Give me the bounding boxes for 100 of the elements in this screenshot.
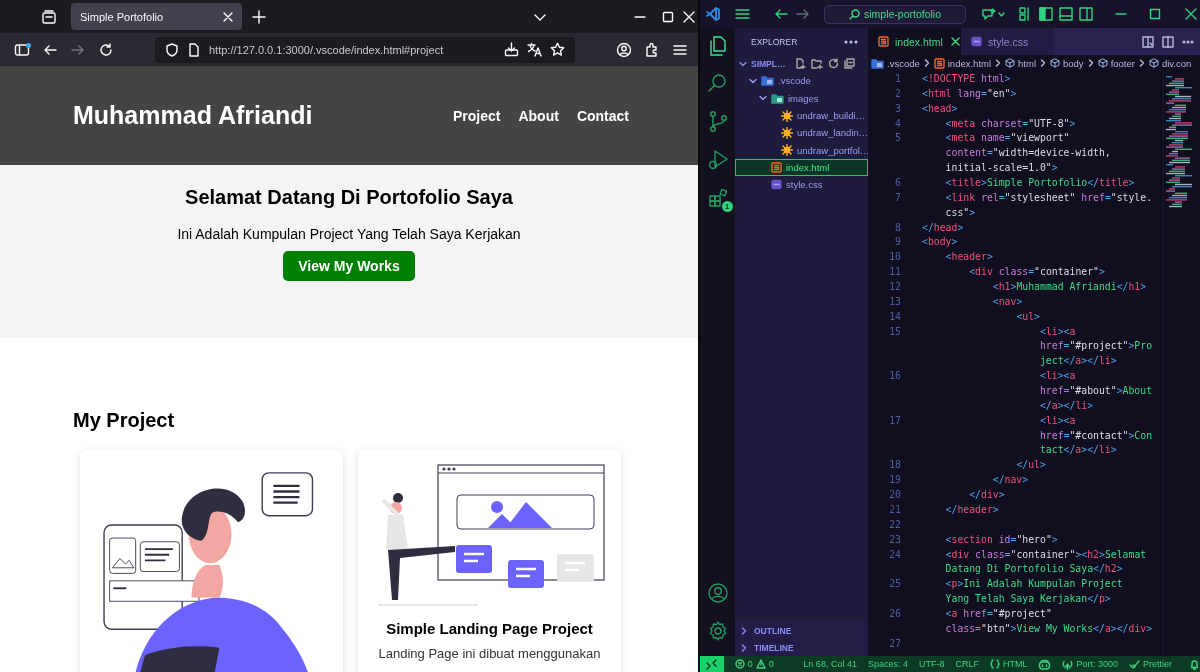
code-line: ject</a></li> <box>1038 355 1117 367</box>
vscode-logo-icon <box>706 7 720 21</box>
file-item[interactable]: undraw_buildi… <box>735 106 868 125</box>
copilot-icon[interactable] <box>982 7 996 21</box>
problems-status[interactable]: 0 0 <box>734 659 774 669</box>
back-arrow-icon[interactable] <box>774 8 788 20</box>
sidebar-right-icon[interactable] <box>1079 7 1093 21</box>
code-line: </nav> <box>991 474 1029 486</box>
plus-icon[interactable] <box>252 9 266 24</box>
page-icon <box>188 42 200 57</box>
status-item[interactable]: HTML <box>989 659 1028 669</box>
code-line: <p>Ini Adalah Kumpulan Project <box>944 578 1123 590</box>
code-line: content="width=device-width, <box>944 147 1111 159</box>
line-number: 23 <box>889 533 901 545</box>
cube-icon <box>1097 58 1108 68</box>
file-item[interactable]: undraw_landin… <box>735 124 868 142</box>
panel-section[interactable]: OUTLINE <box>735 622 868 639</box>
more-icon[interactable] <box>1182 39 1194 44</box>
line-number: 6 <box>895 177 901 188</box>
line-number: 8 <box>895 221 901 233</box>
breadcrumb-item[interactable]: footer <box>1097 57 1135 69</box>
notification-dot <box>26 42 31 48</box>
editor-tab[interactable]: index.html <box>868 28 961 55</box>
cube-icon <box>1050 58 1060 68</box>
breadcrumb-item[interactable]: body <box>1050 57 1084 69</box>
open-preview-icon[interactable] <box>1142 35 1154 48</box>
line-number: 9 <box>895 236 901 248</box>
forward-arrow-icon[interactable] <box>796 8 810 20</box>
editor-tab[interactable]: style.css <box>961 28 1054 55</box>
split-editor-icon[interactable] <box>1162 35 1174 48</box>
antenna-icon <box>1062 658 1074 670</box>
breadcrumb-item[interactable]: div.con <box>1148 57 1192 69</box>
sidebar-left-icon[interactable] <box>1039 7 1053 21</box>
download-icon[interactable] <box>504 42 519 57</box>
view-works-button[interactable]: View My Works <box>283 251 415 281</box>
code-line: <meta name="viewport" <box>944 132 1070 144</box>
star-icon[interactable] <box>550 42 565 57</box>
new-file-icon[interactable] <box>795 58 806 70</box>
extensions-icon[interactable] <box>706 186 729 208</box>
code-line: <li><a <box>1038 414 1076 426</box>
code-line: </ul> <box>1015 459 1046 471</box>
breadcrumb-item[interactable]: html <box>1005 57 1036 69</box>
folder-icon <box>761 75 774 87</box>
site-title: Muhammad Afriandi <box>73 101 313 130</box>
shield-icon[interactable] <box>165 42 179 57</box>
file-item[interactable]: index.html <box>735 158 868 177</box>
collapse-icon[interactable] <box>844 58 855 70</box>
panel-bottom-icon[interactable] <box>1059 7 1073 21</box>
code-line: css"> <box>944 206 976 218</box>
new-folder-icon[interactable] <box>811 58 823 70</box>
remote-button[interactable] <box>700 656 724 672</box>
nav-link[interactable]: About <box>518 107 559 124</box>
chevron-down-icon[interactable] <box>998 10 1005 18</box>
menu-icon[interactable] <box>735 8 750 20</box>
run-debug-icon[interactable] <box>706 148 729 170</box>
chevron-icon <box>1086 59 1095 67</box>
workspace-folder[interactable]: SIMPL… <box>735 55 868 73</box>
address-bar[interactable]: http://127.0.0.1:3000/.vscode/index.html#project <box>155 36 575 63</box>
status-item[interactable]: Port: 3000 <box>1062 658 1118 670</box>
command-center[interactable]: simple-portofolio <box>824 4 966 24</box>
breadcrumb-item[interactable]: index.html <box>933 57 992 69</box>
line-number: 27 <box>889 637 901 649</box>
close-icon[interactable] <box>950 37 960 46</box>
translate-icon[interactable] <box>527 42 542 57</box>
code-line: <nav> <box>991 295 1023 307</box>
warning-icon <box>755 659 766 669</box>
folder-item[interactable]: .vscode <box>735 72 868 90</box>
browser-tab[interactable]: Simple Portofolio <box>71 3 242 30</box>
panel-section[interactable]: TIMELINE <box>735 639 868 656</box>
status-item[interactable]: CRLF <box>955 659 979 669</box>
folder-item[interactable]: images <box>735 89 868 107</box>
line-number: 20 <box>889 489 901 501</box>
file-item[interactable]: style.css <box>735 176 868 194</box>
hero-title: Selamat Datang Di Portofolio Saya <box>185 186 513 209</box>
copilot-icon[interactable] <box>1038 658 1052 670</box>
status-item[interactable]: Ln 68, Col 41 <box>803 659 857 669</box>
more-icon[interactable] <box>844 39 858 44</box>
code-line: initial-scale=1.0"> <box>944 162 1058 174</box>
breadcrumb-item[interactable]: .vscode <box>871 57 920 69</box>
status-item[interactable]: Spaces: 4 <box>867 659 908 669</box>
puzzle-icon[interactable] <box>644 41 660 58</box>
tab-list-icon[interactable] <box>41 8 57 25</box>
line-number: 22 <box>889 518 901 530</box>
refresh-icon[interactable] <box>828 58 839 70</box>
nav-link[interactable]: Project <box>452 107 501 124</box>
close-icon[interactable] <box>1185 8 1197 20</box>
search-icon[interactable] <box>706 72 729 94</box>
line-number: 15 <box>889 325 901 337</box>
sidebar-icon[interactable] <box>14 41 30 58</box>
code-line: </div> <box>968 489 1005 501</box>
file-item[interactable]: undraw_portfol… <box>735 141 868 159</box>
status-item[interactable]: UTF-8 <box>918 659 945 669</box>
maximize-icon[interactable] <box>1149 8 1161 20</box>
error-icon <box>734 659 745 669</box>
status-item[interactable]: Prettier <box>1129 658 1172 670</box>
nav-link[interactable]: Contact <box>576 107 629 124</box>
account-icon[interactable] <box>706 582 729 604</box>
reload-icon[interactable] <box>98 41 114 58</box>
bell-icon[interactable] <box>1189 658 1200 670</box>
section-title: My Project <box>73 408 176 432</box>
